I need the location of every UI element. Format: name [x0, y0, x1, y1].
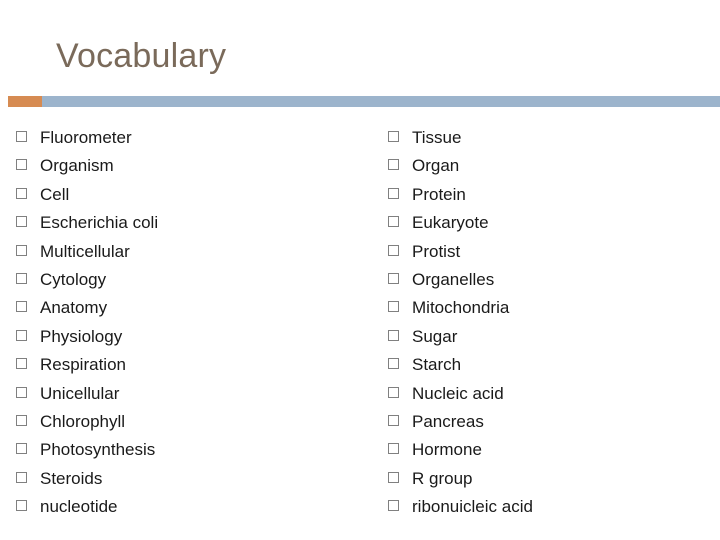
list-item: Hormone: [350, 436, 720, 464]
vocab-term: Photosynthesis: [40, 440, 156, 460]
list-item: Mitochondria: [350, 294, 720, 322]
vocab-column-left: Fluorometer Organism Cell Escherichia co…: [0, 124, 350, 521]
empty-square-bullet-icon: [388, 329, 399, 341]
list-item: Cell: [16, 181, 350, 209]
empty-square-bullet-icon: [16, 329, 27, 341]
vocab-column-right: Tissue Organ Protein Eukaryote Protist O…: [350, 124, 720, 521]
list-item: Physiology: [16, 323, 350, 351]
vocab-term: Mitochondria: [412, 298, 510, 318]
empty-square-bullet-icon: [16, 131, 27, 142]
vocab-term: Chlorophyll: [40, 411, 126, 431]
list-item: nucleotide: [16, 493, 350, 521]
list-item: Cytology: [16, 266, 350, 294]
vocab-term: Hormone: [412, 440, 482, 460]
vocab-term: Protist: [412, 241, 461, 261]
vocab-term: Starch: [412, 355, 462, 375]
empty-square-bullet-icon: [16, 244, 27, 256]
empty-square-bullet-icon: [388, 131, 399, 142]
list-item: Starch: [350, 351, 720, 379]
empty-square-bullet-icon: [388, 358, 399, 370]
vocab-term: Pancreas: [412, 411, 484, 431]
vocab-term: Tissue: [412, 128, 462, 147]
list-item: Organelles: [350, 266, 720, 294]
vocab-term: Unicellular: [40, 383, 120, 403]
list-item: Eukaryote: [350, 209, 720, 237]
empty-square-bullet-icon: [388, 216, 399, 228]
vocab-term: Physiology: [40, 326, 123, 346]
vocab-term: Anatomy: [40, 298, 108, 318]
list-item: Nucleic acid: [350, 380, 720, 408]
empty-square-bullet-icon: [16, 386, 27, 398]
vocab-term: Organelles: [412, 269, 495, 289]
empty-square-bullet-icon: [388, 414, 399, 426]
vocab-term: nucleotide: [40, 497, 118, 517]
vocab-term: Protein: [412, 184, 466, 204]
vocab-term: R group: [412, 468, 473, 488]
list-item: Escherichia coli: [16, 209, 350, 237]
empty-square-bullet-icon: [388, 500, 399, 512]
list-item: Pancreas: [350, 408, 720, 436]
empty-square-bullet-icon: [16, 187, 27, 199]
empty-square-bullet-icon: [16, 500, 27, 512]
empty-square-bullet-icon: [16, 272, 27, 284]
list-item: Multicellular: [16, 238, 350, 266]
vocab-term: Eukaryote: [412, 213, 489, 233]
empty-square-bullet-icon: [16, 159, 27, 171]
list-item: Photosynthesis: [16, 436, 350, 464]
vocab-term: Multicellular: [40, 241, 130, 261]
list-item: Organism: [16, 152, 350, 180]
vocab-term: Organism: [40, 156, 114, 176]
vocab-term: Respiration: [40, 355, 126, 375]
empty-square-bullet-icon: [388, 443, 399, 455]
vocab-term: Cytology: [40, 269, 107, 289]
list-item: ribonuicleic acid: [350, 493, 720, 521]
empty-square-bullet-icon: [388, 471, 399, 483]
empty-square-bullet-icon: [388, 244, 399, 256]
vocab-term: Nucleic acid: [412, 383, 504, 403]
list-item: Sugar: [350, 323, 720, 351]
title-divider: [0, 96, 720, 110]
empty-square-bullet-icon: [388, 386, 399, 398]
page-title: Vocabulary: [56, 37, 227, 75]
list-item: Chlorophyll: [16, 408, 350, 436]
empty-square-bullet-icon: [16, 301, 27, 313]
empty-square-bullet-icon: [16, 471, 27, 483]
vocab-term: Cell: [40, 184, 70, 204]
list-item: R group: [350, 465, 720, 493]
empty-square-bullet-icon: [388, 272, 399, 284]
slide: Vocabulary Fluorometer Organism Cell Esc…: [0, 0, 720, 540]
empty-square-bullet-icon: [16, 443, 27, 455]
list-item: Anatomy: [16, 294, 350, 322]
empty-square-bullet-icon: [16, 216, 27, 228]
divider-accent-block: [8, 96, 42, 107]
list-item: Steroids: [16, 465, 350, 493]
list-item: Fluorometer: [16, 124, 350, 152]
empty-square-bullet-icon: [16, 414, 27, 426]
empty-square-bullet-icon: [388, 301, 399, 313]
list-item: Protein: [350, 181, 720, 209]
empty-square-bullet-icon: [16, 358, 27, 370]
list-item: Organ: [350, 152, 720, 180]
vocab-term: Steroids: [40, 468, 103, 488]
vocab-term: Fluorometer: [40, 128, 132, 147]
empty-square-bullet-icon: [388, 159, 399, 171]
vocab-term: ribonuicleic acid: [412, 497, 533, 517]
list-item: Respiration: [16, 351, 350, 379]
list-item: Tissue: [350, 124, 720, 152]
empty-square-bullet-icon: [388, 187, 399, 199]
vocab-term: Organ: [412, 156, 460, 176]
vocab-list-left: Fluorometer Organism Cell Escherichia co…: [16, 124, 350, 521]
vocab-columns: Fluorometer Organism Cell Escherichia co…: [0, 124, 720, 521]
vocab-term: Escherichia coli: [40, 213, 159, 233]
list-item: Protist: [350, 238, 720, 266]
vocab-list-right: Tissue Organ Protein Eukaryote Protist O…: [350, 124, 720, 521]
divider-bar: [40, 96, 720, 107]
vocab-term: Sugar: [412, 326, 458, 346]
list-item: Unicellular: [16, 380, 350, 408]
